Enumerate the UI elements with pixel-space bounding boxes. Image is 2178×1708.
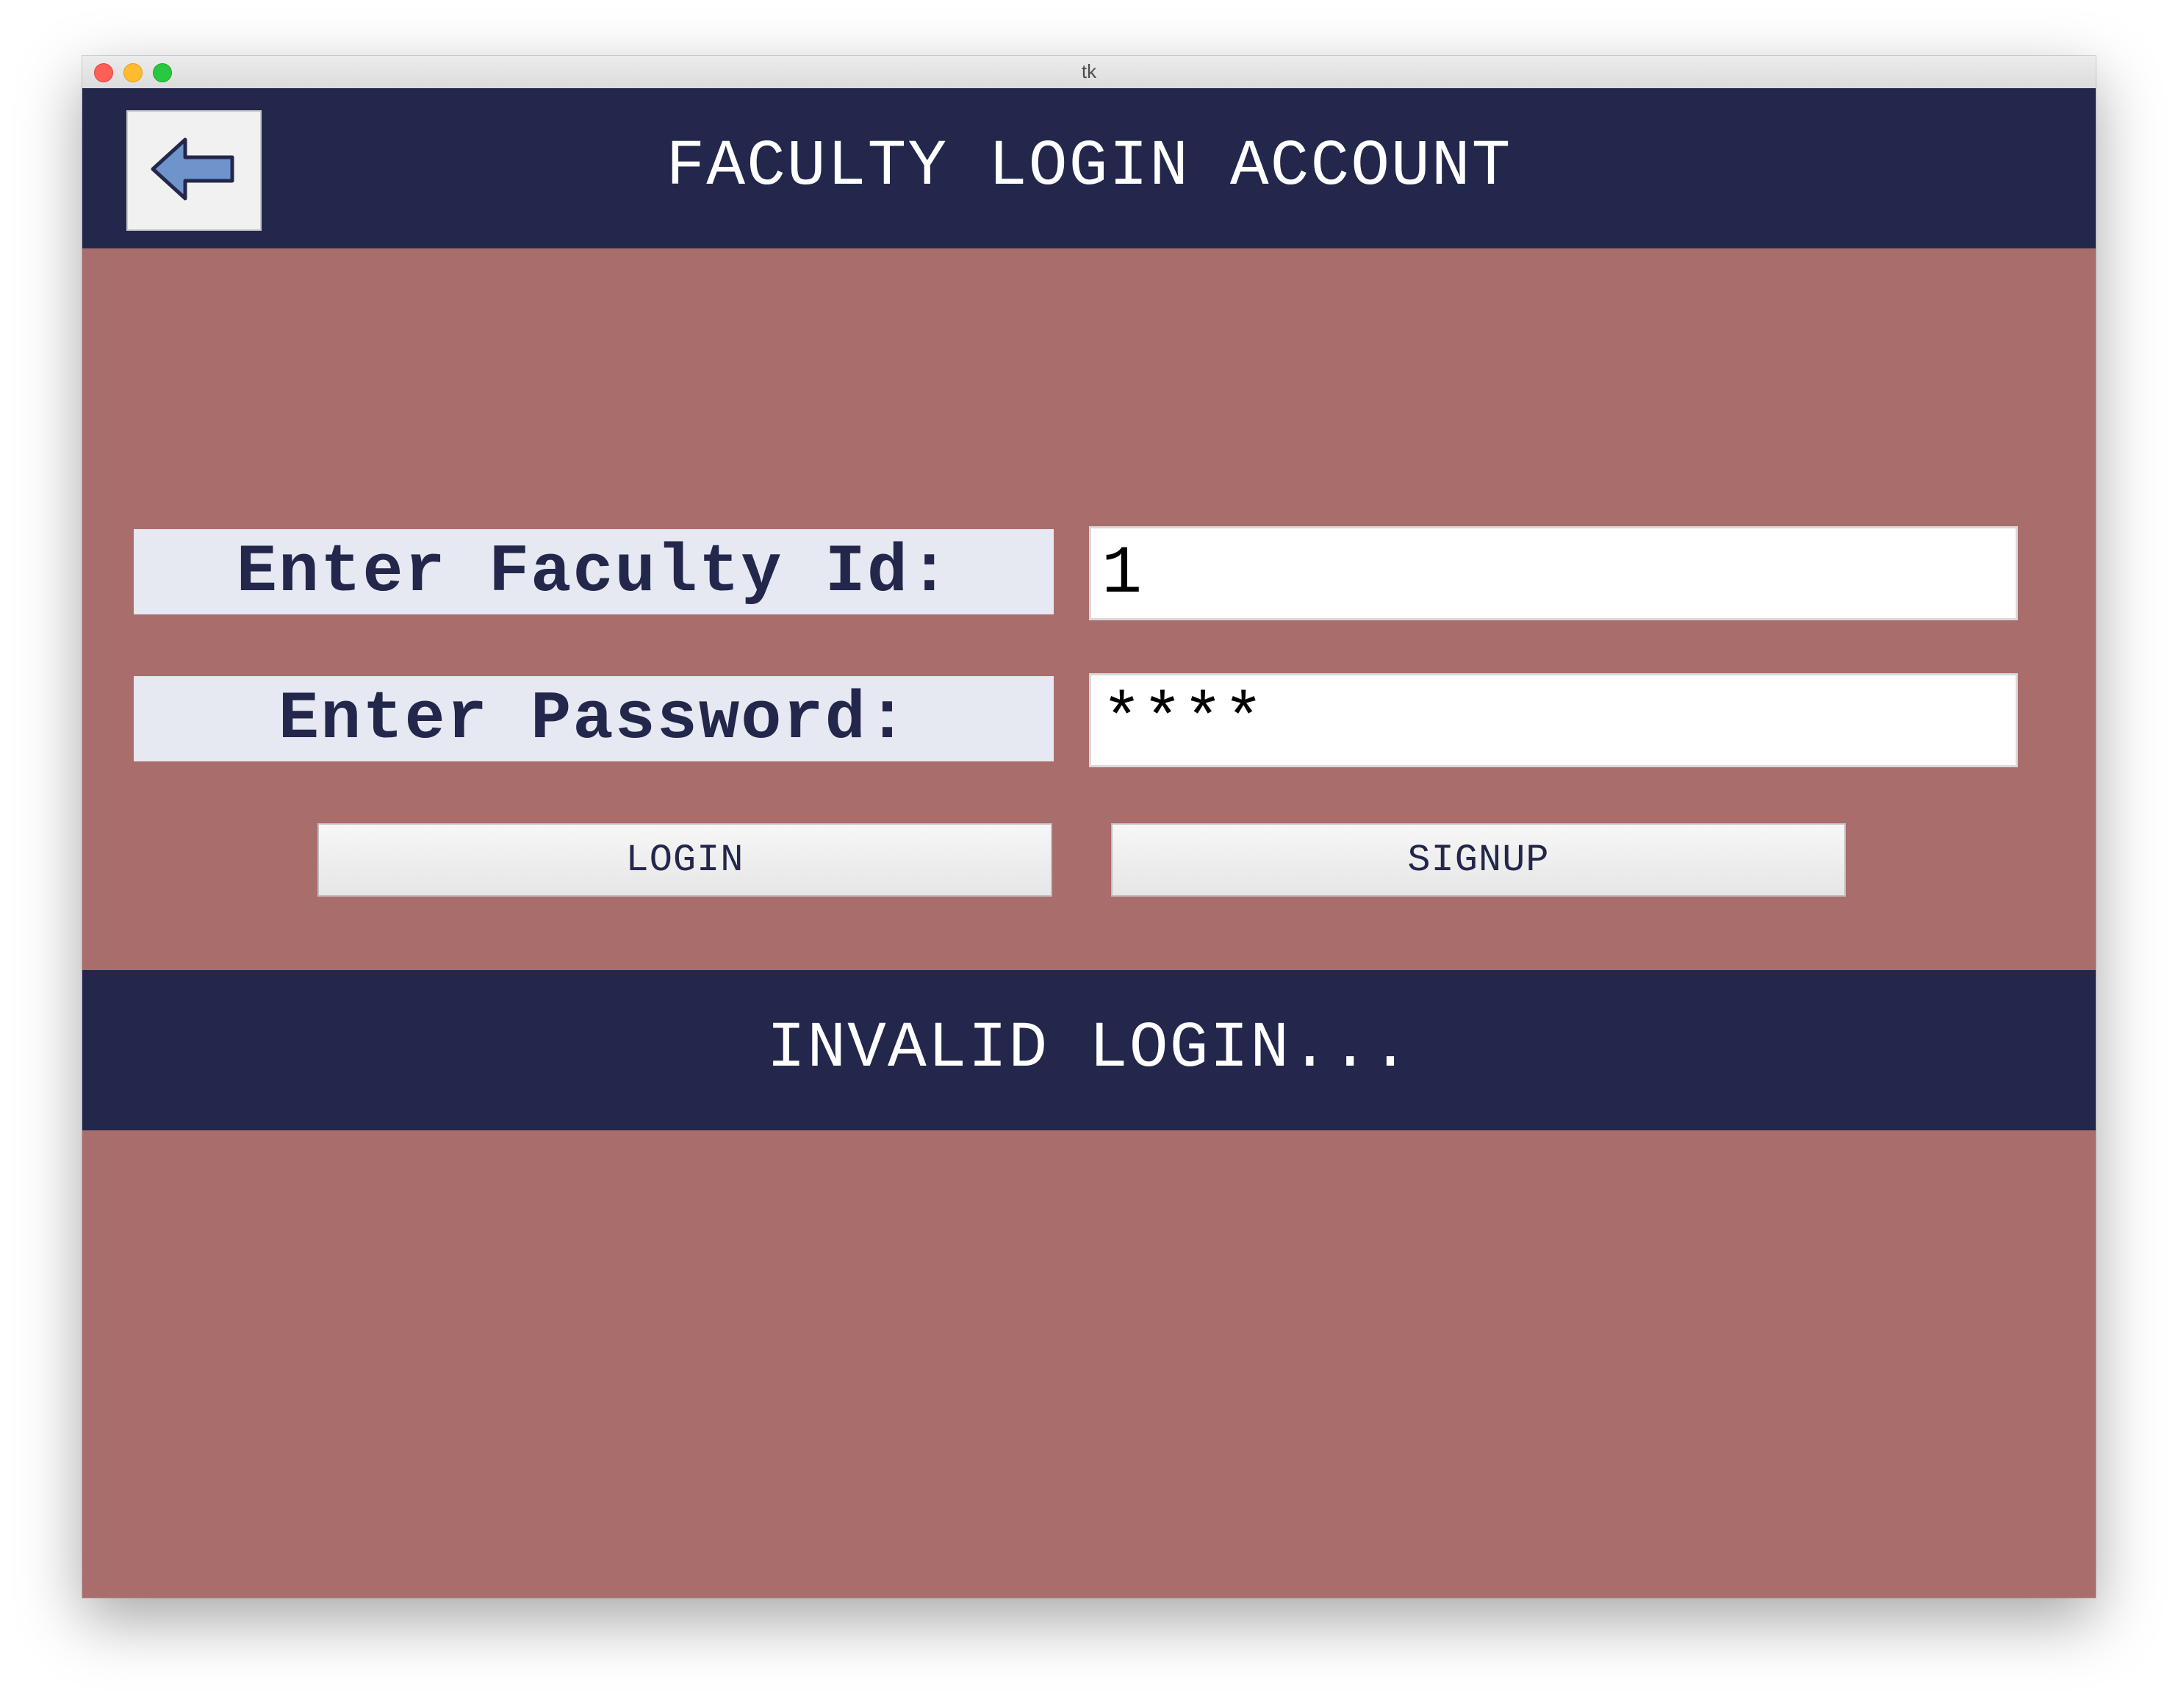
page-title: FACULTY LOGIN ACCOUNT xyxy=(666,131,1512,204)
password-input[interactable]: **** xyxy=(1089,673,2018,767)
app-window: tk FACULTY LOGIN ACCOUNT Enter Faculty I… xyxy=(82,56,2096,1598)
faculty-id-label: Enter Faculty Id: xyxy=(134,529,1054,614)
signup-button[interactable]: SIGNUP xyxy=(1111,823,1846,897)
faculty-id-input[interactable]: 1 xyxy=(1089,526,2018,620)
password-label: Enter Password: xyxy=(134,676,1054,761)
window-title: tk xyxy=(1081,60,1097,82)
login-button[interactable]: LOGIN xyxy=(317,823,1052,897)
header-bar: FACULTY LOGIN ACCOUNT xyxy=(82,88,2096,248)
title-bar: tk xyxy=(82,56,2096,89)
status-bar: INVALID LOGIN... xyxy=(82,970,2096,1130)
status-message: INVALID LOGIN... xyxy=(766,1013,1412,1086)
